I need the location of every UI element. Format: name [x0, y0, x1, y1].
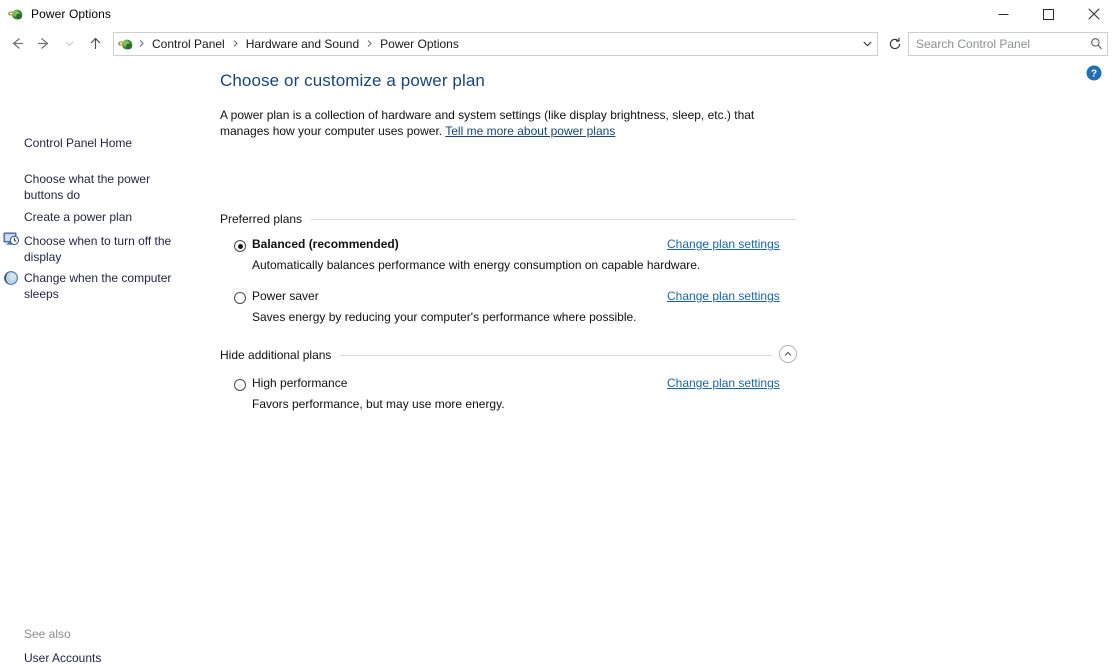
preferred-plans-header: Preferred plans — [220, 212, 796, 226]
page-title: Choose or customize a power plan — [220, 71, 485, 90]
sidebar: Control Panel Home Choose what the power… — [0, 59, 205, 665]
change-plan-settings-power-saver[interactable]: Change plan settings — [667, 289, 780, 303]
breadcrumb-item-hardware-and-sound[interactable]: Hardware and Sound — [241, 35, 364, 53]
plan-name-balanced: Balanced (recommended) — [252, 237, 399, 251]
breadcrumb-separator-icon — [230, 39, 241, 48]
radio-balanced[interactable] — [234, 240, 246, 252]
refresh-icon[interactable] — [884, 32, 906, 56]
change-plan-settings-high-performance[interactable]: Change plan settings — [667, 376, 780, 390]
change-plan-settings-balanced[interactable]: Change plan settings — [667, 237, 780, 251]
tell-me-more-link[interactable]: Tell me more about power plans — [445, 124, 615, 138]
plan-description-high-performance: Favors performance, but may use more ene… — [252, 397, 505, 411]
radio-high-performance[interactable] — [234, 379, 246, 391]
preferred-plans-label: Preferred plans — [220, 212, 303, 226]
power-plug-icon — [118, 36, 134, 52]
divider — [310, 218, 796, 220]
plan-description-power-saver: Saves energy by reducing your computer's… — [252, 310, 637, 324]
monitor-clock-icon — [3, 231, 19, 247]
help-icon[interactable]: ? — [1086, 65, 1102, 81]
breadcrumb-item-control-panel[interactable]: Control Panel — [147, 35, 230, 53]
title-bar: Power Options — [0, 0, 1116, 28]
up-button[interactable] — [82, 31, 108, 57]
sidebar-item-control-panel-home[interactable]: Control Panel Home — [24, 135, 194, 151]
sidebar-item-user-accounts[interactable]: User Accounts — [24, 651, 101, 665]
chevron-down-icon[interactable] — [857, 33, 877, 55]
see-also-label: See also — [24, 627, 71, 641]
intro-paragraph: A power plan is a collection of hardware… — [220, 107, 800, 139]
plan-description-balanced: Automatically balances performance with … — [252, 258, 701, 272]
content-area: ? Control Panel Home Choose what the pow… — [0, 59, 1116, 665]
minimize-button[interactable] — [981, 0, 1026, 28]
breadcrumb-item-power-options[interactable]: Power Options — [375, 35, 464, 53]
svg-text:?: ? — [1091, 69, 1097, 80]
window-controls — [981, 0, 1116, 28]
additional-plans-header: Hide additional plans — [220, 348, 772, 362]
maximize-button[interactable] — [1026, 0, 1071, 28]
radio-power-saver[interactable] — [234, 292, 246, 304]
divider — [339, 354, 772, 356]
forward-button[interactable] — [30, 31, 56, 57]
breadcrumb: Control Panel Hardware and Sound Power O… — [136, 35, 857, 53]
sidebar-item-turn-off-display[interactable]: Choose when to turn off the display — [24, 233, 184, 265]
window-title: Power Options — [31, 7, 112, 21]
back-button[interactable] — [4, 31, 30, 57]
recent-locations-button[interactable] — [56, 31, 82, 57]
breadcrumb-separator-icon — [136, 39, 147, 48]
navigation-bar: Control Panel Hardware and Sound Power O… — [0, 28, 1116, 59]
chevron-up-icon[interactable] — [779, 345, 797, 363]
sidebar-item-computer-sleeps[interactable]: Change when the computer sleeps — [24, 270, 184, 302]
address-bar[interactable]: Control Panel Hardware and Sound Power O… — [113, 31, 878, 56]
power-plug-icon — [8, 6, 24, 22]
sidebar-item-choose-power-buttons[interactable]: Choose what the power buttons do — [24, 171, 174, 203]
sleep-moon-icon — [3, 270, 19, 286]
breadcrumb-separator-icon — [364, 39, 375, 48]
search-icon[interactable] — [1085, 37, 1107, 50]
close-button[interactable] — [1071, 0, 1116, 28]
hide-additional-plans-label: Hide additional plans — [220, 348, 332, 362]
plan-name-high-performance: High performance — [252, 376, 348, 390]
sidebar-item-create-power-plan[interactable]: Create a power plan — [24, 209, 194, 225]
search-input[interactable]: Search Control Panel — [908, 31, 1108, 56]
search-placeholder: Search Control Panel — [916, 36, 1031, 51]
plan-name-power-saver: Power saver — [252, 289, 319, 303]
